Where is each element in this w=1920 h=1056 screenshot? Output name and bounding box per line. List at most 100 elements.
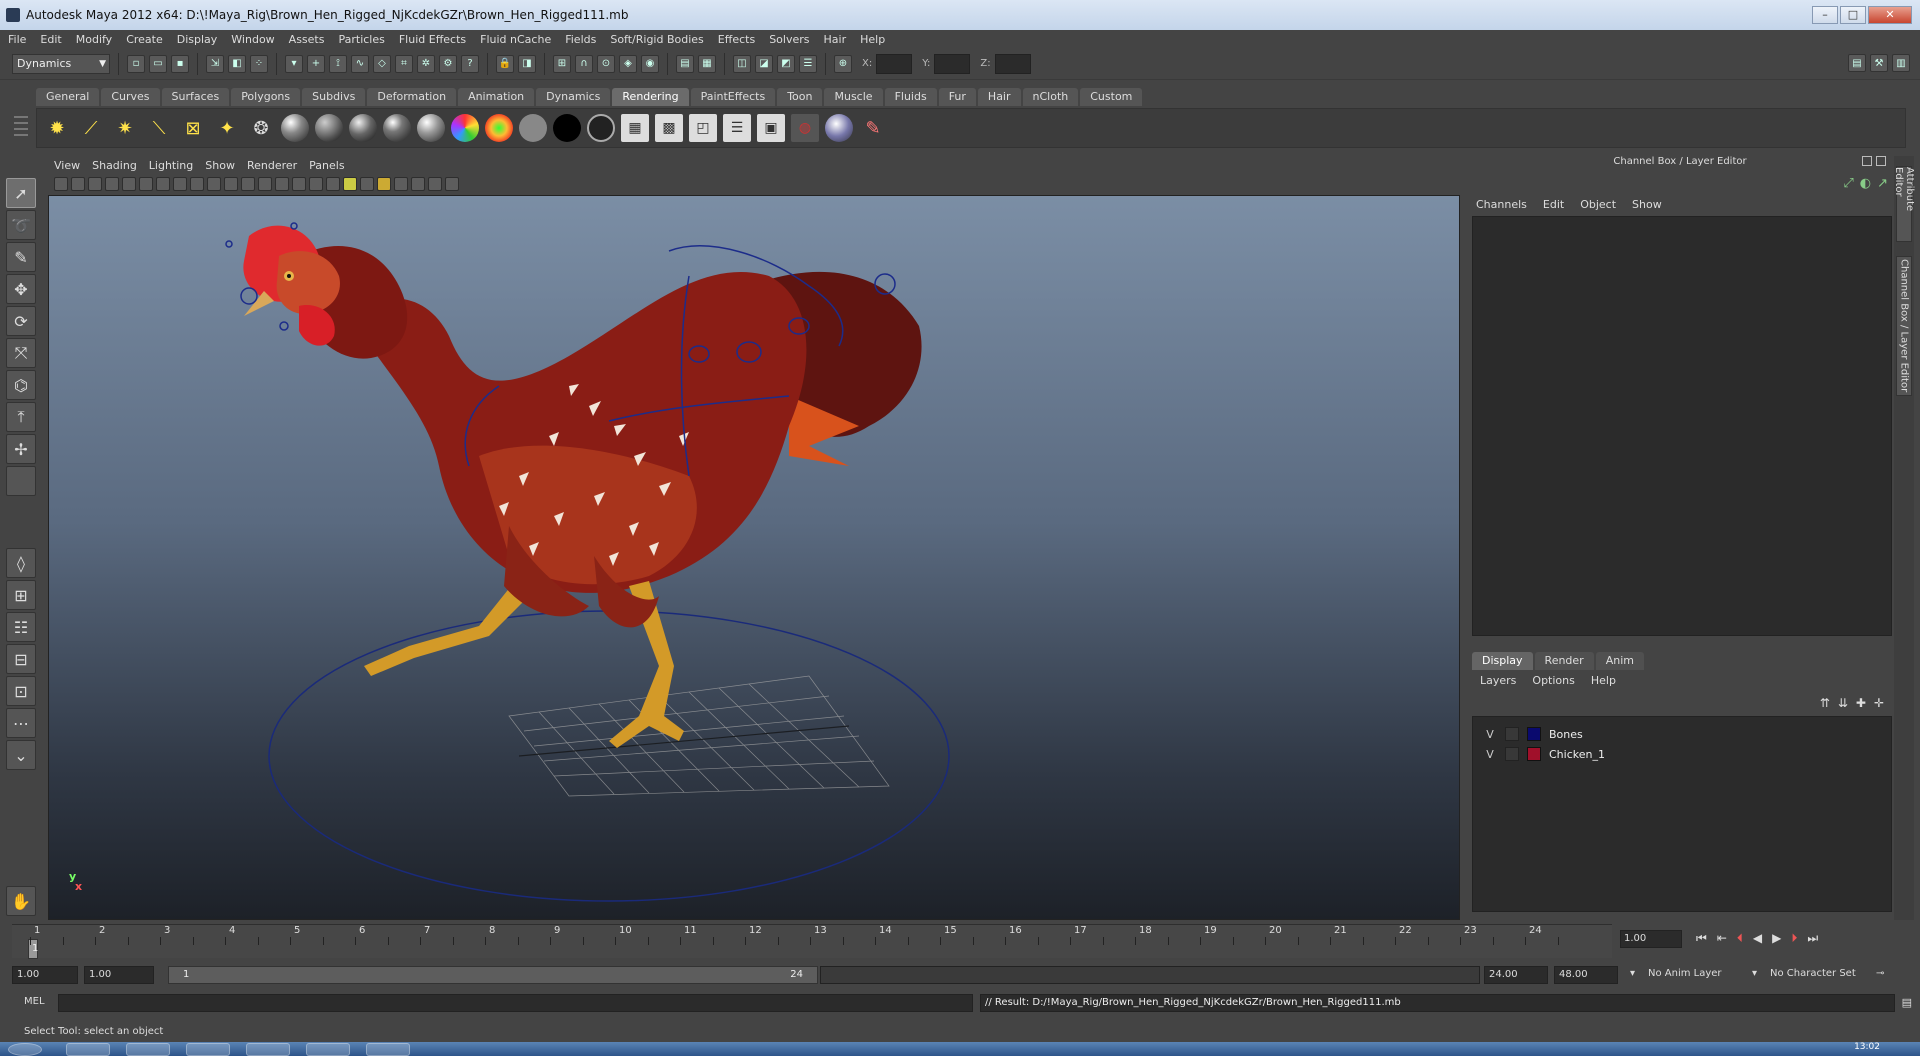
shelf-tab-fur[interactable]: Fur <box>938 88 976 106</box>
all-lights-icon[interactable] <box>360 177 374 191</box>
history-icon[interactable]: ▤ <box>676 54 694 73</box>
ipr-render-icon[interactable]: ◰ <box>689 114 717 142</box>
phonge-icon[interactable] <box>383 114 411 142</box>
shelf-tab-animation[interactable]: Animation <box>458 88 535 106</box>
render-settings-icon[interactable]: ☰ <box>799 54 817 73</box>
shelf-tab-dynamics[interactable]: Dynamics <box>536 88 611 106</box>
tab-anim[interactable]: Anim <box>1595 652 1644 670</box>
layer-row-bones[interactable]: V Bones <box>1483 725 1583 743</box>
attribute-editor-toggle-icon[interactable]: ▤ <box>1848 54 1866 72</box>
transform-field-icon[interactable]: ⊕ <box>834 54 852 73</box>
channels-menu[interactable]: Channels <box>1476 198 1527 211</box>
play-forward-icon[interactable]: ▶ <box>1772 931 1781 946</box>
black-shader-icon[interactable] <box>553 114 581 142</box>
batch-render-icon[interactable]: ▣ <box>757 114 785 142</box>
render-settings-icon[interactable]: ☰ <box>723 114 751 142</box>
snap-curve-icon[interactable]: ∩ <box>575 54 593 73</box>
select-component-icon[interactable]: ⁘ <box>250 54 268 73</box>
viewport-menu-shading[interactable]: Shading <box>92 159 137 172</box>
new-layer-selected-icon[interactable]: ✛ <box>1874 696 1884 710</box>
shelf-tab-general[interactable]: General <box>36 88 100 106</box>
menu-modify[interactable]: Modify <box>76 33 112 46</box>
step-back-key-icon[interactable]: ⇤ <box>1717 931 1727 946</box>
mask-joints-icon[interactable]: ⟟ <box>329 54 347 73</box>
x-field[interactable] <box>876 53 913 74</box>
move-tool-icon[interactable]: ✥ <box>6 274 36 304</box>
mask-dynamics-icon[interactable]: ✲ <box>417 54 435 73</box>
command-input[interactable] <box>58 994 973 1012</box>
safe-action-icon[interactable] <box>241 177 255 191</box>
taskbar-chrome-button[interactable] <box>66 1043 110 1056</box>
layered-icon[interactable] <box>451 114 479 142</box>
mask-handles-icon[interactable]: + <box>307 54 325 73</box>
animation-end-field[interactable]: 48.00 <box>1554 966 1618 984</box>
go-to-end-icon[interactable]: ⏭ <box>1807 931 1818 946</box>
lasso-tool-icon[interactable]: ➰ <box>6 210 36 240</box>
current-time-field[interactable]: 1.00 <box>1620 930 1682 948</box>
blinn-icon[interactable] <box>281 114 309 142</box>
shelf-tab-toon[interactable]: Toon <box>777 88 823 106</box>
shelf-tab-muscle[interactable]: Muscle <box>824 88 883 106</box>
globe-render-icon[interactable] <box>825 114 853 142</box>
snap-point-icon[interactable]: ⊙ <box>597 54 615 73</box>
tab-render[interactable]: Render <box>1534 652 1594 670</box>
menu-edit[interactable]: Edit <box>40 33 61 46</box>
ipr-render-icon[interactable]: ◩ <box>777 54 795 73</box>
anim-layer-label[interactable]: No Anim Layer <box>1648 968 1722 979</box>
menu-file[interactable]: File <box>8 33 26 46</box>
gray-shader-icon[interactable] <box>519 114 547 142</box>
outliner-layout-icon[interactable]: ☷ <box>6 612 36 642</box>
hypershade-icon[interactable]: ❂ <box>247 114 275 142</box>
show-manipulator-icon[interactable]: ✢ <box>6 434 36 464</box>
safe-title-icon[interactable] <box>258 177 272 191</box>
object-menu[interactable]: Object <box>1580 198 1616 211</box>
rotate-tool-icon[interactable]: ⟳ <box>6 306 36 336</box>
layer-visibility-toggle[interactable]: V <box>1483 748 1497 761</box>
ambient-light-icon[interactable]: ✹ <box>43 114 71 142</box>
image-plane-icon[interactable] <box>105 177 119 191</box>
start-button[interactable] <box>8 1043 42 1056</box>
taskbar-photoshop-button[interactable] <box>366 1043 410 1056</box>
highlight-selection-icon[interactable]: ◨ <box>518 54 536 73</box>
hud-icon[interactable] <box>428 177 442 191</box>
anisotropic-icon[interactable] <box>417 114 445 142</box>
last-tool-icon[interactable] <box>6 466 36 496</box>
layer-type-toggle[interactable] <box>1505 747 1519 761</box>
spot-light-icon[interactable]: ⟍ <box>145 114 173 142</box>
point-light-icon[interactable]: ✷ <box>111 114 139 142</box>
shelf-tab-fluids[interactable]: Fluids <box>884 88 937 106</box>
menu-fluid-ncache[interactable]: Fluid nCache <box>480 33 551 46</box>
script-editor-button-icon[interactable]: ▤ <box>1902 996 1912 1009</box>
snap-view-plane-icon[interactable]: ◈ <box>619 54 637 73</box>
film-gate-icon[interactable] <box>173 177 187 191</box>
shadows-icon[interactable] <box>377 177 391 191</box>
menu-hair[interactable]: Hair <box>824 33 847 46</box>
menu-solvers[interactable]: Solvers <box>769 33 809 46</box>
maximize-button[interactable]: □ <box>1840 6 1866 24</box>
character-set-label[interactable]: No Character Set <box>1770 968 1856 979</box>
menu-effects[interactable]: Effects <box>718 33 755 46</box>
playback-start-field[interactable]: 1.00 <box>84 966 154 984</box>
shelf-tab-hair[interactable]: Hair <box>977 88 1021 106</box>
select-tool-icon[interactable]: ➚ <box>6 178 36 208</box>
shelf-tab-curves[interactable]: Curves <box>101 88 160 106</box>
gate-mask-icon[interactable] <box>207 177 221 191</box>
help-menu[interactable]: Help <box>1591 674 1616 687</box>
make-live-icon[interactable]: ◉ <box>641 54 659 73</box>
animation-start-field[interactable]: 1.00 <box>12 966 78 984</box>
hypershade-layout-icon[interactable]: ⊡ <box>6 676 36 706</box>
auto-key-icon[interactable]: ⊸ <box>1876 968 1884 979</box>
lambert-icon[interactable] <box>315 114 343 142</box>
move-layer-down-icon[interactable]: ⇊ <box>1838 696 1848 710</box>
render-view-icon[interactable]: ◫ <box>733 54 751 73</box>
soft-mod-icon[interactable]: ⤒ <box>6 402 36 432</box>
grid-toggle-icon[interactable] <box>156 177 170 191</box>
move-layer-up-icon[interactable]: ⇈ <box>1820 696 1830 710</box>
script-editor-icon[interactable]: ✋ <box>6 886 36 916</box>
shelf-tab-rendering[interactable]: Rendering <box>612 88 689 106</box>
layer-visibility-toggle[interactable]: V <box>1483 728 1497 741</box>
edit-menu[interactable]: Edit <box>1543 198 1564 211</box>
mask-misc-icon[interactable]: ? <box>461 54 479 73</box>
bookmarks-icon[interactable] <box>88 177 102 191</box>
viewport-menu-panels[interactable]: Panels <box>309 159 344 172</box>
